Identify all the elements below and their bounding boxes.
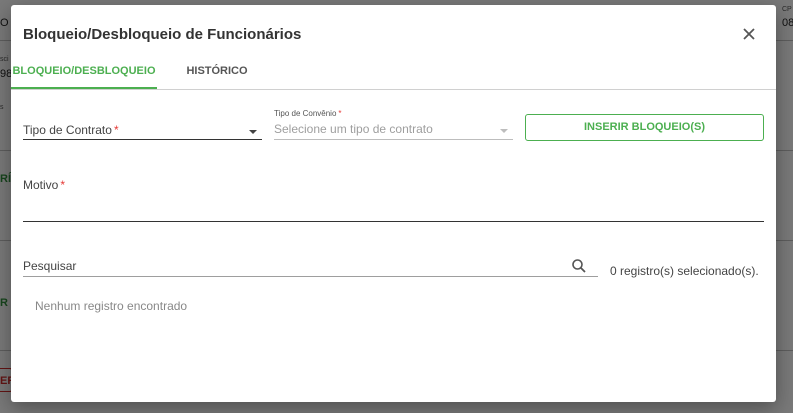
tab-bar: BLOQUEIO/DESBLOQUEIO HISTÓRICO <box>11 57 776 90</box>
tab-historico[interactable]: HISTÓRICO <box>175 57 259 89</box>
field-underline <box>23 276 598 277</box>
search-icon[interactable] <box>571 258 587 274</box>
close-button[interactable] <box>740 25 758 43</box>
search-icon-glyph <box>572 259 586 273</box>
tab-bloqueio-desbloqueio[interactable]: BLOQUEIO/DESBLOQUEIO <box>11 57 157 89</box>
tipo-convenio-placeholder: Selecione um tipo de contrato <box>274 122 433 136</box>
dialog-title: Bloqueio/Desbloqueio de Funcionários <box>23 26 302 43</box>
field-underline <box>274 139 513 140</box>
field-underline <box>23 139 262 140</box>
selected-count: 0 registro(s) selecionado(s). <box>610 264 759 278</box>
tipo-convenio-label: Tipo de Convênio * <box>274 109 342 118</box>
chevron-down-icon <box>500 129 508 133</box>
lock-unlock-employees-dialog: Bloqueio/Desbloqueio de Funcionários BLO… <box>11 5 776 402</box>
required-mark: * <box>113 123 119 137</box>
search-placeholder: Pesquisar <box>23 259 77 273</box>
required-mark: * <box>338 109 342 118</box>
required-mark: * <box>60 178 66 192</box>
motivo-label: Motivo * <box>23 178 66 192</box>
tipo-contrato-label: Tipo de Contrato * <box>23 123 119 137</box>
empty-results-message: Nenhum registro encontrado <box>35 299 188 313</box>
close-icon <box>743 28 755 40</box>
field-underline <box>23 221 764 222</box>
insert-block-button[interactable]: INSERIR BLOQUEIO(S) <box>525 114 764 141</box>
chevron-down-icon <box>249 130 257 134</box>
